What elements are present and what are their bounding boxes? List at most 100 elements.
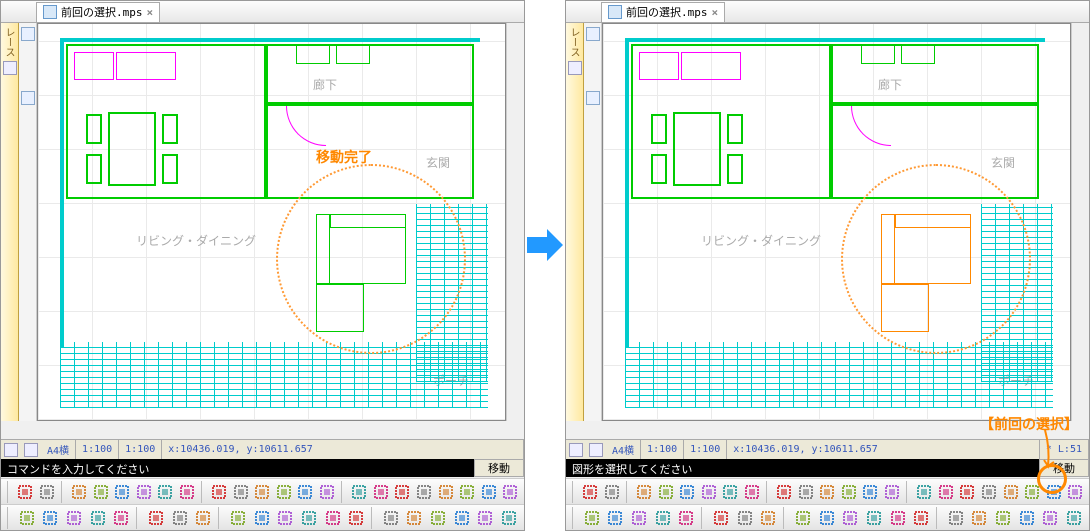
zoom-out-icon[interactable] [87,507,109,529]
view-icon[interactable] [757,507,779,529]
prev-selection-icon[interactable] [501,481,521,503]
extra-icon-2[interactable] [586,91,600,105]
select-window-icon[interactable] [721,481,741,503]
and-icon[interactable] [296,481,316,503]
circle-icon[interactable] [839,507,861,529]
line-icon[interactable] [227,507,249,529]
circle-icon[interactable] [274,507,296,529]
hatch-icon[interactable] [380,507,402,529]
home-icon[interactable] [581,507,603,529]
ungroup-icon[interactable] [274,481,294,503]
status-icon-1[interactable] [4,443,18,457]
array-icon[interactable] [479,481,499,503]
text-icon[interactable] [910,507,932,529]
dim2-icon[interactable] [404,507,426,529]
extra-icon-2[interactable] [21,91,35,105]
select-all-icon[interactable] [742,481,762,503]
poly-icon[interactable] [322,507,344,529]
find-icon[interactable] [317,481,337,503]
layer-icon[interactable] [231,481,251,503]
insert-icon[interactable] [475,507,497,529]
find-icon[interactable] [882,481,902,503]
ortho-icon[interactable] [37,481,57,503]
status-icon-2[interactable] [24,443,38,457]
scrollbar-vertical[interactable] [506,23,524,421]
home-icon[interactable] [16,507,38,529]
zoom-icon[interactable] [40,507,62,529]
move-icon[interactable] [958,481,978,503]
dim-icon[interactable] [371,481,391,503]
select-window-icon[interactable] [156,481,176,503]
dim-icon[interactable] [936,481,956,503]
snap-icon[interactable] [581,481,601,503]
text-icon[interactable] [345,507,367,529]
select-fence-icon[interactable] [134,481,154,503]
filter-icon[interactable] [209,481,229,503]
select-fence-icon[interactable] [699,481,719,503]
select-poly-icon[interactable] [91,481,111,503]
snap-icon[interactable] [16,481,36,503]
zoom-icon[interactable] [605,507,627,529]
layer-mgr-icon[interactable] [169,507,191,529]
search-icon[interactable] [710,507,732,529]
status-icon-1[interactable] [569,443,583,457]
group-icon[interactable] [252,481,272,503]
copy-icon[interactable] [979,481,999,503]
edit-icon[interactable] [498,507,520,529]
block-icon[interactable] [1016,507,1038,529]
view-icon[interactable] [192,507,214,529]
command-input[interactable]: コマンドを入力してください [1,459,474,477]
drawing-canvas[interactable]: 廊下 玄関 リビング・ダイニング ポーチ [602,23,1071,421]
command-mode[interactable]: 移動 [474,459,524,477]
extra-icon-1[interactable] [21,27,35,41]
rect-icon[interactable] [816,507,838,529]
pan-icon[interactable] [628,507,650,529]
pan-icon[interactable] [63,507,85,529]
select-all-icon[interactable] [177,481,197,503]
sidebar-icon-1[interactable] [568,61,582,75]
status-paper[interactable]: A4横 [41,440,76,459]
close-icon[interactable]: × [147,6,154,19]
layer-icon[interactable] [796,481,816,503]
status-icon-2[interactable] [589,443,603,457]
group-icon[interactable] [817,481,837,503]
extra-icon-1[interactable] [586,27,600,41]
zoom-in-icon[interactable] [676,507,698,529]
select-rect-icon[interactable] [69,481,89,503]
block-icon[interactable] [451,507,473,529]
move-icon[interactable] [393,481,413,503]
select-cross-icon[interactable] [677,481,697,503]
document-tab[interactable]: 前回の選択.mps × [36,2,160,22]
status-scale1[interactable]: 1:100 [76,440,119,459]
sidebar-icon-1[interactable] [3,61,17,75]
leader-icon[interactable] [992,507,1014,529]
search-icon[interactable] [145,507,167,529]
copy-icon[interactable] [414,481,434,503]
line-icon[interactable] [792,507,814,529]
rect-icon[interactable] [251,507,273,529]
measure-icon[interactable] [914,481,934,503]
filter-icon[interactable] [774,481,794,503]
command-input[interactable]: 図形を選択してください [566,459,1039,477]
arc-icon[interactable] [298,507,320,529]
rotate-icon[interactable] [1001,481,1021,503]
status-scale2[interactable]: 1:100 [684,440,727,459]
status-scale1[interactable]: 1:100 [641,440,684,459]
status-scale2[interactable]: 1:100 [119,440,162,459]
hatch-icon[interactable] [945,507,967,529]
zoom-in-icon[interactable] [111,507,133,529]
prev-selection-icon[interactable] [1066,481,1086,503]
and-icon[interactable] [861,481,881,503]
scrollbar-vertical[interactable] [1071,23,1089,421]
zoom-out-icon[interactable] [652,507,674,529]
select-rect-icon[interactable] [634,481,654,503]
arc-icon[interactable] [863,507,885,529]
insert-icon[interactable] [1040,507,1062,529]
ortho-icon[interactable] [602,481,622,503]
dim2-icon[interactable] [969,507,991,529]
measure-icon[interactable] [349,481,369,503]
status-paper[interactable]: A4横 [606,440,641,459]
rotate-icon[interactable] [436,481,456,503]
mirror-icon[interactable] [457,481,477,503]
select-cross-icon[interactable] [112,481,132,503]
